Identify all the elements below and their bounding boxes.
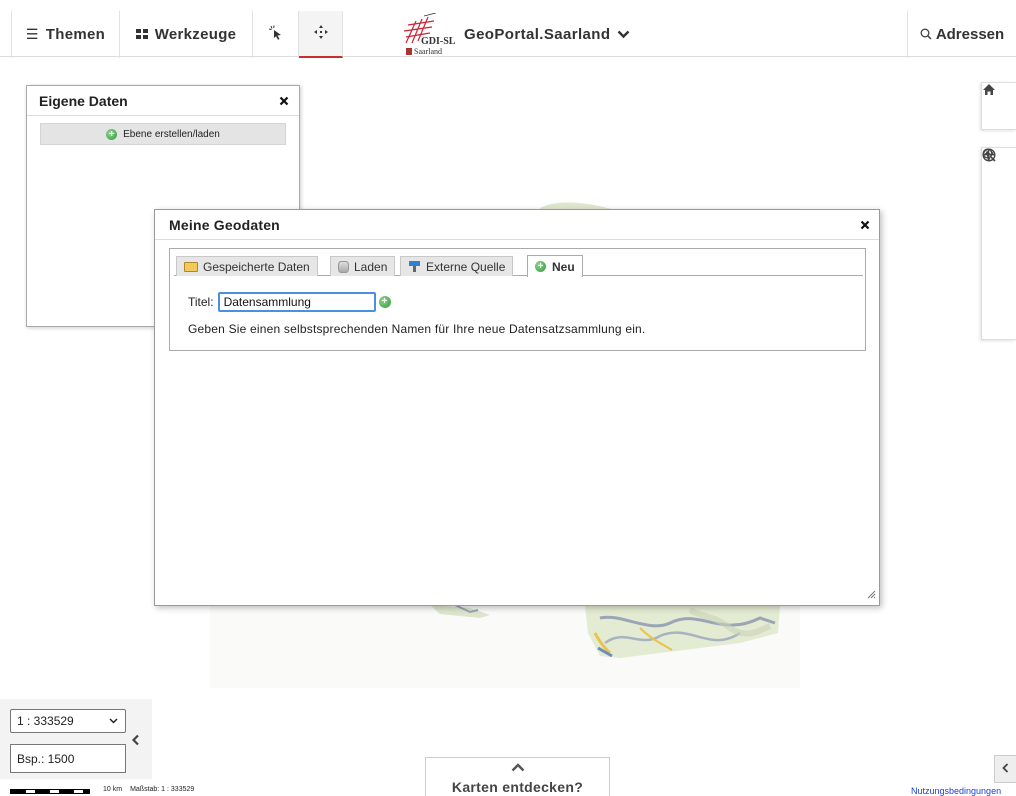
tab-label: Laden	[354, 259, 388, 274]
pointer-click-icon	[268, 24, 284, 45]
karten-entdecken-label: Karten entdecken?	[451, 779, 584, 795]
tab-bar: Gespeicherte Daten Laden Externe Quelle …	[174, 253, 863, 277]
scale-selected-value: 1 : 333529	[17, 714, 74, 728]
portal-title: GeoPortal.Saarland	[464, 26, 611, 43]
titel-label: Titel:	[188, 295, 214, 309]
gdi-sl-logo: GDI-SL Saarland	[400, 11, 456, 58]
beispiel-input[interactable]: Bsp.: 1500	[10, 744, 126, 773]
ebene-erstellen-button[interactable]: + Ebene erstellen/laden	[40, 123, 286, 145]
home-control	[981, 82, 1016, 130]
chevron-up-icon	[511, 761, 525, 775]
hamburger-icon: ☰	[25, 26, 39, 42]
titel-input[interactable]	[217, 292, 376, 312]
portal-brand[interactable]: GDI-SL Saarland GeoPortal.Saarland	[400, 11, 630, 58]
dialog-title: Meine Geodaten	[169, 216, 280, 233]
select-tool-button[interactable]	[253, 11, 299, 58]
add-circle-icon: +	[106, 128, 118, 140]
grid-icon	[135, 27, 148, 43]
scale-bar	[10, 789, 90, 794]
folder-icon	[184, 261, 198, 272]
zoom-extent-button[interactable]	[982, 148, 1016, 340]
close-icon[interactable]	[860, 217, 870, 233]
ebene-erstellen-label: Ebene erstellen/laden	[123, 128, 220, 140]
nutzungsbedingungen-link[interactable]: Nutzungsbedingungen	[911, 786, 1001, 796]
scale-select[interactable]: 1 : 333529	[10, 709, 126, 733]
search-icon	[920, 27, 932, 43]
dialog-tab-container: Gespeicherte Daten Laden Externe Quelle …	[169, 248, 866, 351]
tab-neu[interactable]: + Neu	[527, 255, 583, 277]
scale-km: 10 km	[103, 786, 123, 793]
pan-tool-button[interactable]	[299, 11, 343, 58]
home-button[interactable]	[982, 83, 1016, 131]
titel-row: Titel: +	[188, 292, 397, 312]
tab-label: Externe Quelle	[426, 259, 506, 274]
chevron-down-icon	[109, 716, 118, 726]
move-arrows-icon	[313, 24, 329, 44]
tab-laden[interactable]: Laden	[330, 256, 396, 276]
themen-label: Themen	[45, 26, 106, 43]
karten-entdecken-button[interactable]: Karten entdecken?	[425, 757, 610, 796]
scale-text: 10 km Maßstab: 1 : 333529	[103, 786, 194, 793]
add-circle-icon: +	[535, 261, 546, 272]
werkzeuge-button[interactable]: Werkzeuge	[120, 11, 253, 58]
chevron-down-icon	[617, 27, 630, 42]
chevron-left-icon[interactable]	[131, 733, 140, 749]
resize-handle-icon[interactable]	[866, 589, 876, 602]
chevron-left-icon	[1002, 762, 1009, 776]
meine-geodaten-dialog: Meine Geodaten Gespeicherte Daten Laden …	[154, 209, 880, 606]
eigene-daten-header: Eigene Daten	[27, 86, 299, 116]
themen-button[interactable]: ☰ Themen	[11, 11, 120, 58]
scale-label: Maßstab: 1 : 333529	[130, 786, 195, 793]
zoom-controls	[981, 147, 1016, 340]
bottom-right-toggle[interactable]	[994, 755, 1016, 783]
database-icon	[338, 260, 349, 273]
beispiel-value: Bsp.: 1500	[17, 751, 75, 766]
globe-button[interactable]	[982, 148, 1016, 244]
external-source-icon	[408, 261, 421, 272]
zoom-out-button[interactable]	[982, 153, 1016, 292]
tab-label: Gespeicherte Daten	[203, 259, 310, 274]
adressen-search-button[interactable]: Adressen	[907, 11, 1016, 58]
add-circle-icon[interactable]: +	[378, 296, 391, 308]
top-toolbar: ☰ Themen Werkzeuge GDI-SL Saarland GeoPo…	[0, 0, 1016, 58]
adressen-label: Adressen	[935, 26, 1005, 43]
tab-label: Neu	[552, 259, 575, 274]
eigene-daten-title: Eigene Daten	[39, 92, 128, 109]
logo-subtext: Saarland	[406, 47, 442, 56]
tab-gespeicherte-daten[interactable]: Gespeicherte Daten	[176, 256, 318, 276]
dialog-header: Meine Geodaten	[155, 210, 879, 240]
logo-text: GDI-SL	[421, 36, 456, 47]
close-icon[interactable]	[279, 93, 289, 109]
werkzeuge-label: Werkzeuge	[154, 26, 237, 43]
titel-hint: Geben Sie einen selbstsprechenden Namen …	[188, 322, 646, 336]
scale-panel: 1 : 333529 Bsp.: 1500	[0, 699, 152, 779]
tab-externe-quelle[interactable]: Externe Quelle	[400, 256, 514, 276]
